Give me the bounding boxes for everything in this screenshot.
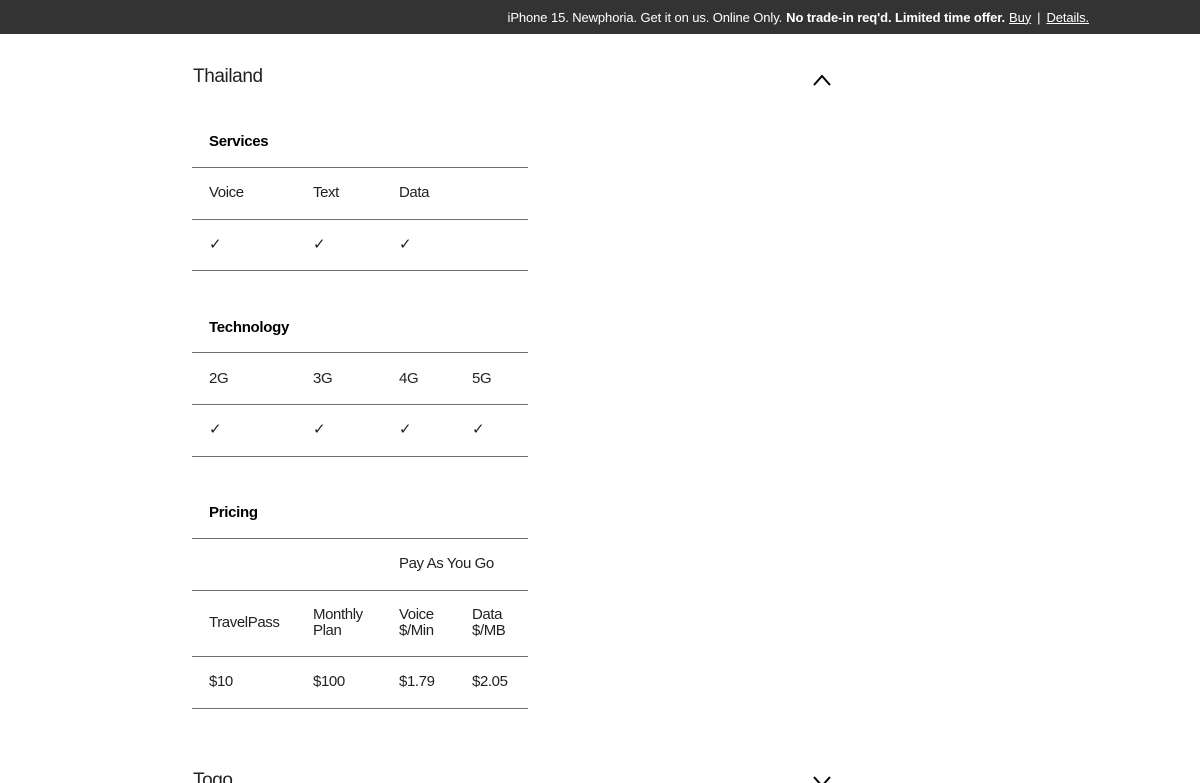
promo-offer-text: No trade-in req'd. Limited time offer. [786, 9, 1006, 25]
pricing-value-data: $2.05 [472, 673, 508, 690]
technology-header-3g: 3G [313, 370, 333, 387]
chevron-up-icon[interactable] [810, 70, 834, 90]
services-header-text: Text [313, 184, 339, 201]
divider [192, 656, 528, 657]
chevron-down-icon[interactable] [810, 773, 834, 783]
check-icon: ✓ [209, 236, 222, 253]
divider [192, 456, 528, 457]
pricing-title: Pricing [209, 504, 258, 521]
check-icon: ✓ [313, 236, 326, 253]
services-title: Services [209, 133, 269, 150]
technology-header-4g: 4G [399, 370, 419, 387]
divider [192, 404, 528, 405]
check-icon: ✓ [472, 421, 485, 438]
services-header-data: Data [399, 184, 430, 201]
divider [192, 538, 528, 539]
details-link[interactable]: Details. [1046, 10, 1089, 25]
country-title[interactable]: Thailand [193, 66, 263, 88]
divider [192, 167, 528, 168]
pricing-header-travelpass: TravelPass [209, 614, 280, 631]
next-country-title[interactable]: Togo [193, 770, 233, 783]
technology-title: Technology [209, 319, 290, 336]
divider [192, 270, 528, 271]
header-line: Monthly [313, 606, 363, 623]
pricing-value-monthly-plan: $100 [313, 673, 345, 690]
header-line: $/MB [472, 622, 506, 639]
pricing-value-travelpass: $10 [209, 673, 233, 690]
pricing-value-voice: $1.79 [399, 673, 435, 690]
technology-header-5g: 5G [472, 370, 492, 387]
divider [192, 590, 528, 591]
promo-separator: | [1037, 9, 1041, 25]
header-line: Plan [313, 622, 342, 639]
check-icon: ✓ [399, 421, 412, 438]
technology-header-2g: 2G [209, 370, 229, 387]
header-line: Data [472, 606, 503, 623]
promo-text: iPhone 15. Newphoria. Get it on us. Onli… [507, 9, 783, 25]
pricing-group-label: Pay As You Go [399, 555, 494, 572]
header-line: Voice [399, 606, 434, 623]
divider [192, 708, 528, 709]
buy-link[interactable]: Buy [1009, 10, 1031, 25]
pricing-header-voice: Voice $/Min [399, 607, 434, 639]
header-line: $/Min [399, 622, 434, 639]
divider [192, 219, 528, 220]
pricing-header-monthly-plan: Monthly Plan [313, 607, 363, 639]
promo-banner: iPhone 15. Newphoria. Get it on us. Onli… [0, 0, 1200, 34]
check-icon: ✓ [313, 421, 326, 438]
services-header-voice: Voice [209, 184, 244, 201]
header-line: TravelPass [209, 614, 280, 631]
pricing-header-data: Data $/MB [472, 606, 506, 639]
divider [192, 352, 528, 353]
check-icon: ✓ [399, 236, 412, 253]
check-icon: ✓ [209, 421, 222, 438]
